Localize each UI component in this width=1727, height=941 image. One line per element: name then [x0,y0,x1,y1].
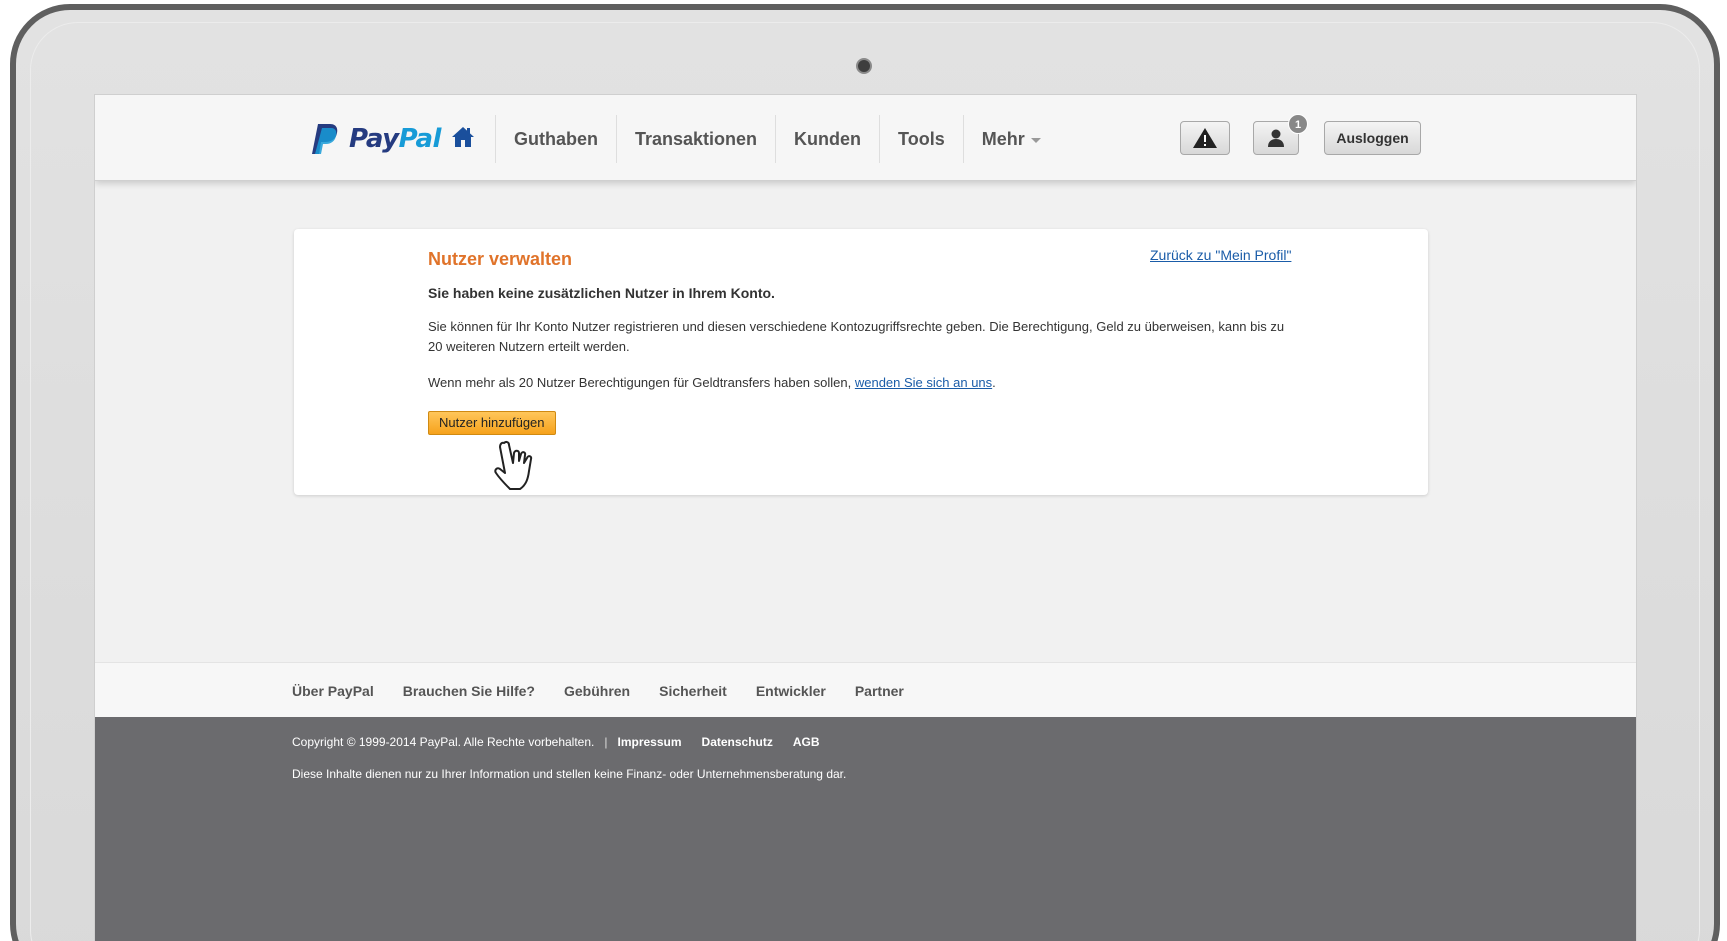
user-icon [1268,129,1284,147]
warning-icon [1193,128,1217,148]
back-to-profile-link[interactable]: Zurück zu "Mein Profil" [1150,247,1291,263]
nav-label: Transaktionen [635,129,758,149]
legal-separator: | [604,735,608,749]
legal-link-impressum[interactable]: Impressum [618,735,682,749]
legal-link-terms[interactable]: AGB [793,735,820,749]
footer-link-security[interactable]: Sicherheit [659,683,727,699]
paypal-wordmark: PayPal [349,124,441,154]
notification-badge: 1 [1288,114,1308,134]
footer-link-developers[interactable]: Entwickler [756,683,826,699]
nav-label: Tools [898,129,945,149]
add-user-button[interactable]: Nutzer hinzufügen [428,411,556,435]
copyright-text: Copyright © 1999-2014 PayPal. Alle Recht… [292,735,595,749]
alerts-button[interactable] [1180,121,1230,155]
nav-mehr[interactable]: Mehr [962,115,1059,163]
nav-label: Guthaben [514,129,598,149]
disclaimer-text: Diese Inhalte dienen nur zu Ihrer Inform… [292,767,847,781]
account-button[interactable]: 1 [1253,114,1308,155]
chevron-down-icon [1030,137,1041,143]
footer-link-help[interactable]: Brauchen Sie Hilfe? [403,683,535,699]
manage-users-card: Nutzer verwalten Zurück zu "Mein Profil"… [294,229,1428,495]
logout-button[interactable]: Ausloggen [1324,121,1421,155]
page-title: Nutzer verwalten [428,249,573,269]
legal-link-privacy[interactable]: Datenschutz [702,735,773,749]
contact-note: Wenn mehr als 20 Nutzer Berechtigungen f… [428,375,996,390]
home-icon[interactable] [451,125,475,149]
paypal-logo-icon [312,124,338,154]
nav-kunden[interactable]: Kunden [775,115,879,163]
hand-cursor-icon [494,440,533,490]
contact-note-text: Wenn mehr als 20 Nutzer Berechtigungen f… [428,375,855,390]
legal-line: Copyright © 1999-2014 PayPal. Alle Recht… [292,735,840,749]
browser-screen: PayPal Guthaben Transaktionen Kunden Too… [94,94,1637,941]
main-nav: Guthaben Transaktionen Kunden Tools Mehr [495,115,1059,163]
footer-link-partners[interactable]: Partner [855,683,904,699]
footer-link-about[interactable]: Über PayPal [292,683,374,699]
nav-guthaben[interactable]: Guthaben [495,115,616,163]
wordmark-pay: Pay [349,124,399,154]
nav-transaktionen[interactable]: Transaktionen [616,115,775,163]
footer-links-bar: Über PayPal Brauchen Sie Hilfe? Gebühren… [95,662,1636,717]
wordmark-pal: Pal [398,124,442,154]
contact-note-end: . [992,375,996,390]
top-header: PayPal Guthaben Transaktionen Kunden Too… [95,95,1636,181]
paypal-logo[interactable]: PayPal [309,121,441,157]
nav-label: Mehr [981,129,1025,149]
nav-tools[interactable]: Tools [879,115,963,163]
footer-link-fees[interactable]: Gebühren [564,683,630,699]
camera-icon [856,58,872,74]
nav-label: Kunden [794,129,862,149]
legal-footer: Copyright © 1999-2014 PayPal. Alle Recht… [95,717,1636,941]
description-text: Sie können für Ihr Konto Nutzer registri… [428,319,1285,354]
contact-us-link[interactable]: wenden Sie sich an uns [855,375,992,390]
empty-state-heading: Sie haben keine zusätzlichen Nutzer in I… [428,285,775,301]
